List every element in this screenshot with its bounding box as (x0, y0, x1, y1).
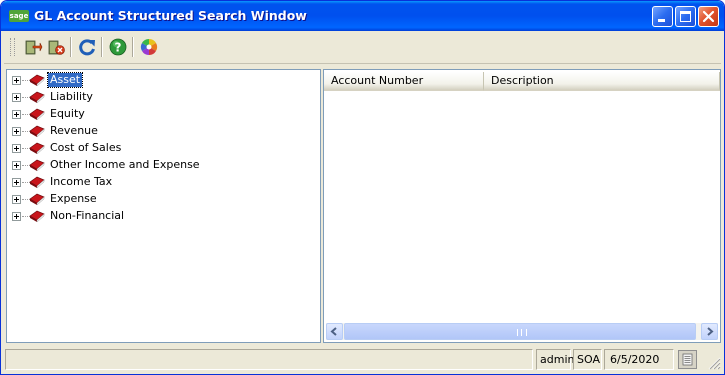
select-account-icon (25, 40, 43, 55)
tree-item-asset[interactable]: Asset (7, 72, 307, 89)
scroll-thumb[interactable] (344, 323, 696, 340)
column-header-account-number[interactable]: Account Number (324, 72, 484, 91)
tree-item-label: Liability (50, 90, 93, 103)
close-icon (702, 10, 715, 23)
tree-item-label: Equity (50, 107, 85, 120)
svg-text:?: ? (115, 41, 122, 55)
toolbar-separator (101, 37, 103, 57)
scroll-left-button[interactable] (326, 323, 343, 340)
expand-icon[interactable] (12, 144, 21, 153)
refresh-button[interactable] (77, 37, 97, 57)
title-bar[interactable]: sage GL Account Structured Search Window (1, 1, 724, 31)
account-structure-tree[interactable]: Asset Liability Equity Revenue Cost of S… (6, 69, 321, 343)
status-bar: admin SOA 6/5/2020 (1, 346, 724, 374)
chevron-right-icon (707, 327, 714, 336)
close-button[interactable] (698, 6, 719, 27)
scroll-grip (517, 329, 527, 336)
expand-icon[interactable] (12, 127, 21, 136)
status-user: admin (536, 349, 574, 370)
clear-account-icon (48, 40, 65, 55)
gl-account-search-window: sage GL Account Structured Search Window (0, 0, 725, 375)
tree-item-label: Non-Financial (50, 209, 125, 222)
account-book-icon (29, 210, 45, 223)
help-button[interactable]: ? (108, 37, 128, 57)
toolbar-separator (132, 37, 134, 57)
clear-account-button[interactable] (46, 37, 66, 57)
tree-item-liability[interactable]: Liability (7, 89, 307, 106)
chevron-left-icon (330, 327, 337, 336)
status-list-button[interactable] (678, 350, 697, 369)
tree-item-label: Asset (46, 72, 84, 88)
expand-icon[interactable] (12, 178, 21, 187)
resize-grip-icon[interactable] (705, 354, 721, 370)
scroll-right-button[interactable] (701, 323, 718, 340)
tree-item-cost-of-sales[interactable]: Cost of Sales (7, 140, 307, 157)
tree-item-expense[interactable]: Expense (7, 191, 307, 208)
tree-item-equity[interactable]: Equity (7, 106, 307, 123)
account-book-icon (29, 74, 45, 87)
maximize-icon (680, 11, 691, 22)
status-company: SOA (573, 349, 602, 370)
column-header-description[interactable]: Description (484, 72, 720, 91)
account-book-icon (29, 193, 45, 206)
status-date: 6/5/2020 (604, 349, 674, 370)
tree-item-label: Income Tax (50, 175, 113, 188)
horizontal-scrollbar[interactable] (326, 323, 718, 340)
expand-icon[interactable] (12, 93, 21, 102)
account-book-icon (29, 108, 45, 121)
expand-icon[interactable] (12, 195, 21, 204)
color-wheel-icon (140, 38, 158, 56)
expand-icon[interactable] (12, 76, 21, 85)
tree-item-non-financial[interactable]: Non-Financial (7, 208, 307, 225)
account-book-icon (29, 142, 45, 155)
minimize-icon (658, 19, 665, 22)
account-book-icon (29, 91, 45, 104)
expand-icon[interactable] (12, 212, 21, 221)
minimize-button[interactable] (652, 6, 673, 27)
refresh-icon (79, 39, 95, 56)
tree-item-label: Other Income and Expense (50, 158, 200, 171)
help-icon: ? (109, 38, 127, 56)
list-icon (682, 353, 693, 366)
account-book-icon (29, 176, 45, 189)
expand-icon[interactable] (12, 161, 21, 170)
color-options-button[interactable] (139, 37, 159, 57)
tree-item-revenue[interactable]: Revenue (7, 123, 307, 140)
select-account-button[interactable] (23, 37, 43, 57)
account-results-grid[interactable]: Account Number Description (323, 69, 721, 343)
sage-app-icon: sage (9, 10, 29, 22)
status-message (5, 349, 533, 370)
window-title: GL Account Structured Search Window (34, 8, 307, 23)
tree-item-label: Cost of Sales (50, 141, 122, 154)
toolbar-separator (70, 37, 72, 57)
tree-item-income-tax[interactable]: Income Tax (7, 174, 307, 191)
tree-item-label: Revenue (50, 124, 98, 137)
toolbar-grip[interactable] (10, 38, 15, 56)
tree-item-label: Expense (50, 192, 97, 205)
toolbar: ? (4, 31, 721, 64)
maximize-button[interactable] (675, 6, 696, 27)
expand-icon[interactable] (12, 110, 21, 119)
tree-item-other-income-and-expense[interactable]: Other Income and Expense (7, 157, 307, 174)
account-book-icon (29, 125, 45, 138)
account-book-icon (29, 159, 45, 172)
